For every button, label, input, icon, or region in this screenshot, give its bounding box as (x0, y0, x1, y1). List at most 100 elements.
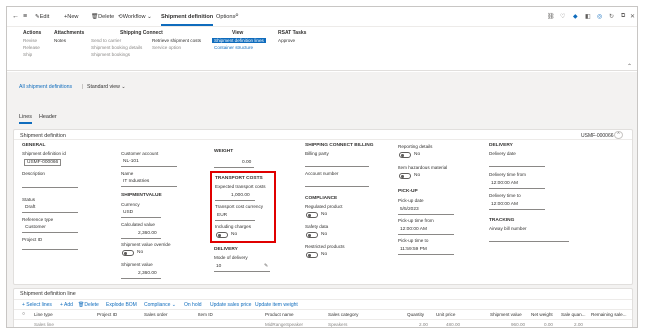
link-icon[interactable]: ⛓ (547, 13, 555, 20)
currency-field[interactable]: USD (123, 210, 133, 215)
pick-up-time-to-field[interactable]: 11:59:59 PM (400, 247, 427, 252)
table-row[interactable]: Sales line MidRangeSpeaker Speakers 2.00… (14, 320, 632, 327)
edit-pencil-icon[interactable]: ✎ (264, 263, 268, 269)
popout-icon[interactable]: ⧉ (621, 13, 625, 20)
regulated-product-toggle[interactable] (306, 212, 318, 218)
office-icon[interactable]: ◧ (585, 13, 591, 20)
status-field[interactable]: Draft (25, 205, 35, 210)
update-sales-price-button[interactable]: Update sales price (210, 302, 251, 308)
collapse-icon[interactable]: ⌃ (614, 131, 623, 139)
new-button[interactable]: +New (64, 14, 78, 20)
pin-icon[interactable]: ⌃ (627, 63, 632, 70)
delivery-date-field[interactable] (489, 166, 545, 167)
favorite-icon[interactable]: ♡ (560, 13, 565, 20)
shipment-definition-card: Shipment definition USMF-000066 ⌃ GENERA… (13, 129, 633, 285)
calculated-value-field: 2,360.00 (138, 231, 157, 236)
search-icon[interactable]: ⌕ (235, 12, 239, 20)
add-line-button[interactable]: + Add (60, 302, 73, 308)
mode-of-delivery-underline (214, 271, 270, 272)
retrieve-shipment-costs-button[interactable]: Retrieve shipment costs (152, 38, 201, 43)
col-shipment-value[interactable]: Shipment value (490, 312, 522, 317)
shipment-bookings-button[interactable]: Shipment bookings (91, 52, 130, 57)
weight-header: WEIGHT (214, 149, 234, 154)
notes-button[interactable]: Notes (54, 38, 66, 43)
ribbon-group-view: View (232, 30, 244, 36)
select-lines-button[interactable]: + Select lines (22, 302, 52, 308)
shipment-definition-id-field[interactable]: USMF-000066 (24, 159, 62, 166)
compliance-menu-button[interactable]: Compliance ⌄ (144, 302, 176, 308)
col-product-name[interactable]: Product name (265, 312, 294, 317)
refresh-icon[interactable]: ↻ (609, 13, 614, 20)
reference-type-label: Reference type (22, 217, 54, 222)
delivery-time-from-field[interactable]: 12:00:00 AM (491, 181, 518, 186)
tab-lines[interactable]: Lines (19, 114, 32, 120)
revise-button[interactable]: Revise (23, 38, 37, 43)
view-selector[interactable]: Standard view ⌄ (87, 84, 126, 90)
col-project-id[interactable]: Project ID (97, 312, 117, 317)
pick-up-header: PICK-UP (398, 189, 418, 194)
col-quantity[interactable]: Quantity (407, 312, 424, 317)
col-unit-price[interactable]: Unit price (436, 312, 455, 317)
pick-up-date-label: Pick-up date (398, 198, 424, 203)
col-sales-category[interactable]: Sales category (328, 312, 358, 317)
hamburger-menu-icon[interactable]: ≡ (23, 13, 27, 20)
ship-button[interactable]: Ship (23, 52, 32, 57)
name-label: Name (121, 171, 134, 176)
restricted-products-toggle[interactable] (306, 252, 318, 258)
tab-header[interactable]: Header (39, 114, 57, 120)
cell-product-name: MidRangeSpeaker (265, 322, 304, 327)
billing-party-field[interactable] (305, 166, 369, 167)
mode-of-delivery-label: Mode of delivery (214, 255, 248, 260)
project-id-field[interactable] (22, 249, 78, 250)
general-header: GENERAL (22, 143, 46, 148)
tab-options[interactable]: Options (216, 14, 235, 20)
reporting-details-toggle[interactable] (399, 152, 411, 158)
approve-button[interactable]: Approve (278, 38, 295, 43)
back-arrow-icon[interactable]: ← (12, 13, 19, 20)
delete-button[interactable]: 🗑Delete (91, 14, 114, 20)
col-line-type[interactable]: Line type (34, 312, 53, 317)
card-title: Shipment definition (20, 133, 66, 139)
service-option-button[interactable]: Service option (152, 45, 181, 50)
close-icon[interactable]: ✕ (630, 13, 635, 20)
attach-icon[interactable]: ◎ (597, 13, 602, 20)
delete-line-button[interactable]: 🗑Delete (78, 302, 99, 308)
on-hold-button[interactable]: On hold (184, 302, 202, 308)
account-number-field[interactable] (305, 186, 369, 187)
select-all-checkbox[interactable]: ○ (22, 311, 25, 317)
shipment-value-override-toggle[interactable] (122, 250, 134, 256)
col-item-id[interactable]: Item ID (198, 312, 213, 317)
reference-type-underline (22, 232, 78, 233)
col-sales-order[interactable]: Sales order (144, 312, 168, 317)
customer-account-field[interactable]: NL-101 (123, 159, 139, 164)
pick-up-time-from-field[interactable]: 12:00:00 AM (400, 227, 427, 232)
send-to-carrier-button[interactable]: Send to carrier (91, 38, 121, 43)
weight-field[interactable]: 0.00 (242, 160, 251, 165)
edit-button[interactable]: ✎Edit (35, 14, 49, 20)
airway-bill-number-field[interactable] (489, 241, 569, 242)
col-remaining-sale[interactable]: Remaining sale... (591, 312, 627, 317)
shipment-booking-details-button[interactable]: Shipment booking details (91, 45, 142, 50)
explode-bom-button[interactable]: Explode BOM (106, 302, 137, 308)
chevron-down-icon: ⌄ (145, 14, 152, 20)
col-net-weight[interactable]: Net weight (531, 312, 553, 317)
col-sale-quantity[interactable]: Sale quan... (561, 312, 586, 317)
reference-type-field[interactable]: Customer (25, 225, 46, 230)
tab-shipment-definition[interactable]: Shipment definition (161, 14, 213, 20)
all-shipment-definitions-link[interactable]: All shipment definitions (19, 84, 72, 90)
grid-header-divider (14, 309, 632, 310)
mode-of-delivery-field[interactable]: 10 (216, 264, 221, 269)
delivery-time-to-field[interactable]: 12:00:00 AM (491, 202, 518, 207)
workflow-button[interactable]: ⟲Workflow ⌄ (118, 14, 152, 20)
status-underline (22, 212, 78, 213)
update-item-weight-button[interactable]: Update item weight (255, 302, 298, 308)
container-structure-button[interactable]: Container structure (214, 45, 253, 50)
pick-up-date-field[interactable]: 5/5/2023 (400, 207, 419, 212)
safety-data-toggle[interactable] (306, 232, 318, 238)
power-apps-icon[interactable]: ◆ (573, 13, 578, 20)
description-field[interactable] (22, 187, 78, 188)
shipment-definition-lines-button[interactable]: Shipment definition lines (212, 38, 266, 43)
item-hazardous-material-toggle[interactable] (399, 173, 411, 179)
release-button[interactable]: Release (23, 45, 40, 50)
regulated-product-label: Regulated product (305, 204, 343, 209)
